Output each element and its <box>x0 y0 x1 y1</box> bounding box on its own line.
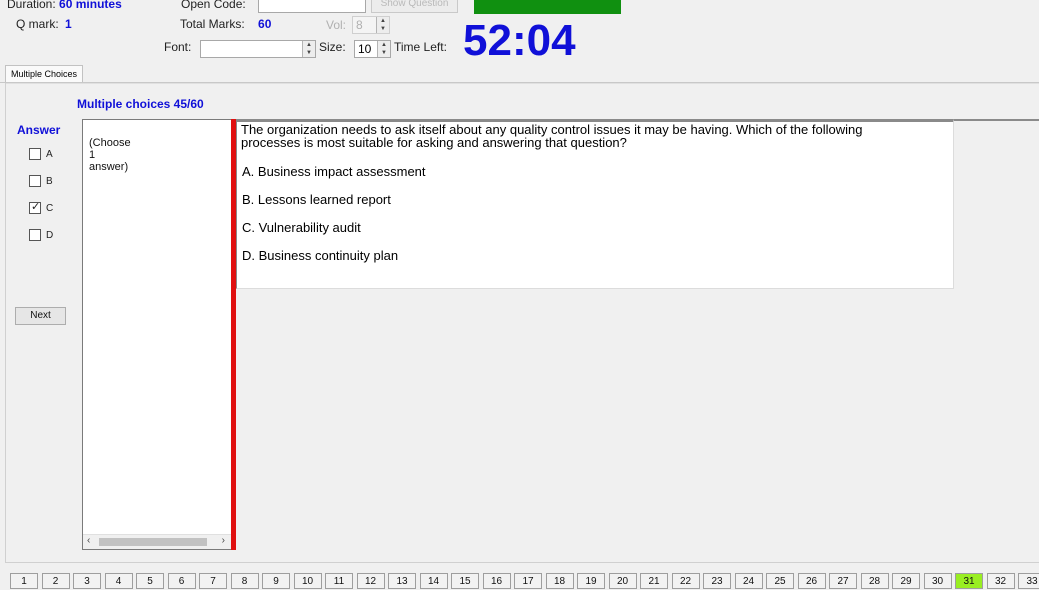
question-nav-button[interactable]: 1 <box>10 573 38 589</box>
tab-panel-edge <box>5 83 1039 84</box>
question-nav-button[interactable]: 20 <box>608 573 637 589</box>
timer: 52:04 <box>463 16 576 65</box>
question-nav-button[interactable]: 10 <box>293 573 322 589</box>
question-nav-button[interactable]: 9 <box>262 573 290 589</box>
status-indicator <box>474 0 621 14</box>
checkbox-d[interactable] <box>29 229 41 241</box>
question-nav-button[interactable]: 2 <box>41 573 70 589</box>
size-spin-icon[interactable]: ▲ ▼ <box>377 41 390 57</box>
font-label: Font: <box>164 40 192 54</box>
time-left-label: Time Left: <box>394 40 447 54</box>
tab-panel-bottom-edge <box>5 562 1039 563</box>
answer-option-d[interactable]: D <box>29 229 53 241</box>
show-question-button[interactable]: Show Question <box>371 0 458 13</box>
open-code-label: Open Code: <box>181 0 246 11</box>
question-nav-button[interactable]: 19 <box>577 573 605 589</box>
qmark-label: Q mark: 1 <box>16 17 72 31</box>
checkbox-c[interactable] <box>29 200 41 214</box>
question-option-c: C. Vulnerability audit <box>242 220 361 235</box>
question-nav-button[interactable]: 22 <box>671 573 700 589</box>
total-marks-label: Total Marks: 60 <box>180 17 271 31</box>
checkbox-b[interactable] <box>29 175 41 187</box>
question-nav-button[interactable]: 8 <box>230 573 259 589</box>
question-nav-button[interactable]: 3 <box>73 573 101 589</box>
question-nav-button[interactable]: 5 <box>136 573 164 589</box>
question-nav-button[interactable]: 33 <box>1018 573 1039 589</box>
instruction-line-1: (Choose <box>89 137 131 149</box>
answer-title: Answer <box>17 123 61 137</box>
instruction-panel: (Choose 1 answer) ‹ › <box>82 119 232 550</box>
answer-option-b[interactable]: B <box>29 175 53 187</box>
question-nav-button[interactable]: 17 <box>514 573 542 589</box>
question-panel: The organization needs to ask itself abo… <box>236 119 954 289</box>
instruction-scrollbar[interactable]: ‹ › <box>83 534 231 549</box>
question-nav-button[interactable]: 15 <box>451 573 479 589</box>
question-option-d: D. Business continuity plan <box>242 248 399 263</box>
qmark-value: 1 <box>65 17 72 31</box>
scroll-left-icon[interactable]: ‹ <box>87 535 90 546</box>
question-nav-button[interactable]: 7 <box>199 573 227 589</box>
question-nav-button[interactable]: 13 <box>388 573 416 589</box>
duration-label-text: Duration: <box>7 0 56 11</box>
question-nav-button[interactable]: 11 <box>325 573 353 589</box>
tab-multiple-choices[interactable]: Multiple Choices <box>5 65 84 83</box>
question-option-a: A. Business impact assessment <box>242 164 426 179</box>
size-label: Size: <box>319 40 346 54</box>
size-stepper[interactable]: 10 ▲ ▼ <box>354 40 391 58</box>
section-title: Multiple choices 45/60 <box>77 97 204 111</box>
question-line-2: processes is most suitable for asking an… <box>241 135 627 150</box>
question-nav-button[interactable]: 23 <box>703 573 731 589</box>
scroll-right-icon[interactable]: › <box>222 535 225 546</box>
size-value: 10 <box>358 42 372 56</box>
question-nav-button[interactable]: 21 <box>640 573 668 589</box>
tab-panel-left-edge <box>5 83 6 563</box>
qmark-label-text: Q mark: <box>16 17 59 31</box>
total-marks-value: 60 <box>258 17 272 31</box>
question-nav-button[interactable]: 30 <box>923 573 952 589</box>
duration-label: Duration: 60 minutes <box>7 0 122 11</box>
question-panel-top-extension <box>954 119 1039 121</box>
question-nav-button[interactable]: 4 <box>104 573 133 589</box>
instruction-line-3: answer) <box>89 161 129 173</box>
total-marks-label-text: Total Marks: <box>180 17 245 31</box>
vol-stepper[interactable]: 8 ▲ ▼ <box>352 16 390 34</box>
answer-option-a[interactable]: A <box>29 148 53 160</box>
question-nav-button[interactable]: 16 <box>482 573 511 589</box>
question-nav-button[interactable]: 31 <box>955 573 983 589</box>
question-nav-button[interactable]: 29 <box>892 573 920 589</box>
question-nav-button[interactable]: 28 <box>860 573 889 589</box>
font-select[interactable]: ▲ ▼ <box>200 40 316 58</box>
question-nav-button[interactable]: 32 <box>986 573 1015 589</box>
question-nav-button[interactable]: 24 <box>734 573 763 589</box>
font-spin-icon[interactable]: ▲ ▼ <box>302 41 315 57</box>
question-nav-button[interactable]: 6 <box>167 573 196 589</box>
answer-option-c-label: C <box>46 202 54 214</box>
scrollbar-thumb[interactable] <box>99 538 207 546</box>
question-nav-button[interactable]: 18 <box>545 573 574 589</box>
duration-value: 60 minutes <box>59 0 122 11</box>
question-nav-button[interactable]: 12 <box>356 573 385 589</box>
question-navigator: 1 2 3 4 5 6 7 8 9 10 11 12 13 14 15 16 17 18 19 20 21 22 23 24 2… <box>10 573 1039 589</box>
question-option-b: B. Lessons learned report <box>242 192 391 207</box>
vol-label: Vol: <box>326 18 347 32</box>
question-nav-button[interactable]: 25 <box>766 573 794 589</box>
answer-option-d-label: D <box>46 229 54 241</box>
instruction-line-2: 1 <box>89 149 96 161</box>
next-button[interactable]: Next <box>15 307 66 325</box>
open-code-input[interactable] <box>258 0 366 13</box>
vol-spin-icon[interactable]: ▲ ▼ <box>376 17 389 33</box>
answer-option-c[interactable]: C <box>29 200 54 214</box>
vol-value: 8 <box>356 18 363 32</box>
question-nav-button[interactable]: 14 <box>419 573 448 589</box>
answer-option-b-label: B <box>46 175 53 187</box>
question-nav-button[interactable]: 26 <box>797 573 826 589</box>
question-nav-button[interactable]: 27 <box>829 573 857 589</box>
answer-option-a-label: A <box>46 148 53 160</box>
checkbox-a[interactable] <box>29 148 41 160</box>
